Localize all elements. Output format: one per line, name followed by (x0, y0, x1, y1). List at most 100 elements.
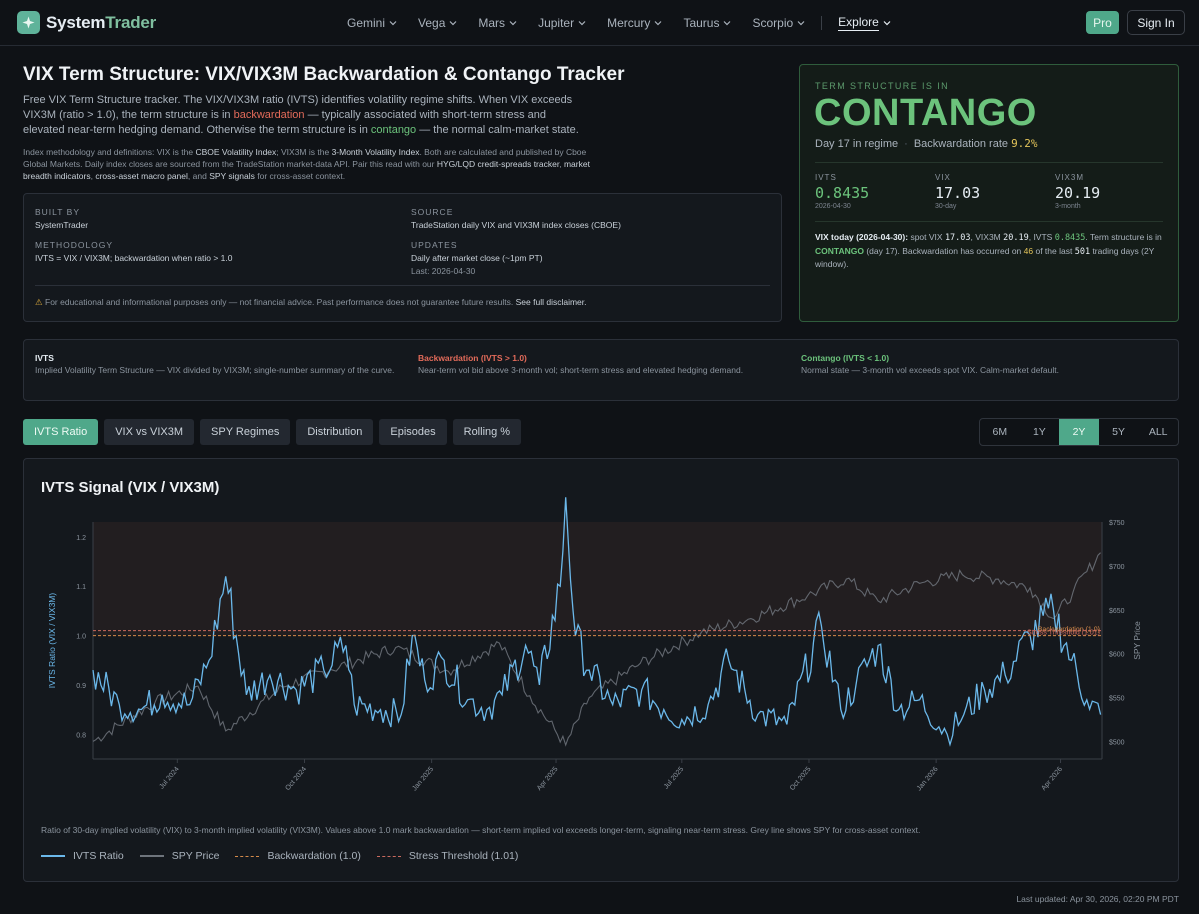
definition-term: Backwardation (IVTS > 1.0) (418, 353, 527, 363)
chevron-down-icon (797, 21, 805, 26)
source-label: Source (411, 207, 454, 217)
definition-desc: Implied Volatility Term Structure — VIX … (35, 365, 395, 375)
nav-item-vega[interactable]: Vega (418, 16, 457, 30)
divider (815, 221, 1163, 222)
disclaimer-link[interactable]: See full disclaimer. (516, 297, 587, 307)
range-2y[interactable]: 2Y (1059, 419, 1099, 445)
chevron-down-icon (509, 21, 517, 26)
y-tick-label: 1.1 (76, 584, 86, 591)
chart-tabs: IVTS Ratio VIX vs VIX3M SPY Regimes Dist… (23, 419, 522, 445)
nav-item-taurus[interactable]: Taurus (683, 16, 731, 30)
nav-item-mars[interactable]: Mars (478, 16, 517, 30)
legend-item-backwardation[interactable]: Backwardation (1.0) (235, 850, 361, 862)
y-axis-label: IVTS Ratio (VIX / VIX3M) (47, 593, 57, 689)
nav-item-gemini[interactable]: Gemini (347, 16, 397, 30)
x-tick-label: Jul 2024 (158, 766, 180, 791)
regime-state: CONTANGO (814, 92, 1037, 134)
divider (35, 285, 770, 286)
tab-spy-regimes[interactable]: SPY Regimes (200, 419, 291, 445)
definition-contango: Contango (IVTS < 1.0) Normal state — 3-m… (801, 352, 1161, 376)
last-update-date: Last: 2026-04-30 (411, 266, 476, 276)
regime-card: Term structure is in CONTANGO Day 17 in … (799, 64, 1179, 322)
tab-episodes[interactable]: Episodes (379, 419, 447, 445)
chart-panel: IVTS Signal (VIX / VIX3M) 0.8 0.9 1.0 1.1 1.… (23, 458, 1179, 882)
logo-icon (17, 11, 40, 34)
y2-tick-label: $650 (1109, 608, 1125, 615)
stat-label-ivts: IVTS (815, 173, 837, 182)
tab-rolling-pct[interactable]: Rolling % (452, 419, 522, 445)
cboe-vix-link[interactable]: CBOE Volatility Index (195, 147, 276, 157)
page-title: VIX Term Structure: VIX/VIX3M Backwardat… (23, 64, 625, 85)
backwardation-link[interactable]: backwardation (234, 109, 305, 121)
nav-item-scorpio[interactable]: Scorpio (752, 16, 805, 30)
methodology-note: Index methodology and definitions: VIX i… (23, 147, 590, 181)
last-updated: Last updated: Apr 30, 2026, 02:20 PM PDT (1016, 894, 1179, 904)
definitions-strip: IVTS Implied Volatility Term Structure —… (23, 339, 1179, 401)
chart-legend: IVTS Ratio SPY Price Backwardation (1.0)… (41, 850, 518, 862)
legend-item-spy[interactable]: SPY Price (139, 850, 219, 862)
chevron-down-icon (655, 21, 662, 26)
y2-tick-label: $550 (1109, 696, 1125, 703)
definition-desc: Near-term vol bid above 3-month vol; sho… (418, 365, 744, 375)
credit-spreads-link[interactable]: HYG/LQD credit-spreads tracker (437, 159, 559, 169)
bw-rate-label: Backwardation rate (913, 138, 1008, 150)
nav-menu: Gemini Vega Mars Jupiter Mercury Taurus … (347, 15, 891, 31)
pro-button[interactable]: Pro (1086, 11, 1119, 34)
contango-link[interactable]: contango (371, 124, 416, 136)
x-tick-label: Apr 2026 (1040, 766, 1064, 792)
top-nav: SystemTrader Gemini Vega Mars Jupiter Me… (0, 0, 1199, 46)
definition-term: Contango (IVTS < 1.0) (801, 353, 890, 363)
x-tick-label: Apr 2025 (536, 766, 560, 792)
range-1y[interactable]: 1Y (1020, 419, 1060, 445)
chart-caption: Ratio of 30-day implied volatility (VIX)… (41, 825, 921, 835)
updates-label: Updates (411, 240, 458, 250)
y-tick-label: 0.9 (76, 683, 86, 690)
regime-eyebrow: Term structure is in (815, 81, 950, 91)
regime-summary: VIX today (2026-04-30): spot VIX 17.03, … (815, 232, 1162, 269)
source-value: TradeStation daily VIX and VIX3M index c… (411, 220, 621, 230)
page-description: Free VIX Term Structure tracker. The VIX… (23, 94, 579, 136)
info-card: Built by SystemTrader Source TradeStatio… (23, 193, 782, 322)
legend-item-ivts[interactable]: IVTS Ratio (41, 850, 124, 862)
nav-item-mercury[interactable]: Mercury (607, 16, 662, 30)
spy-signals-link[interactable]: SPY signals (209, 171, 255, 181)
nav-divider (821, 16, 823, 30)
bw-rate-value: 9.2% (1011, 137, 1038, 150)
vix3m-link[interactable]: 3-Month Volatility Index (332, 147, 420, 157)
sign-in-button[interactable]: Sign In (1127, 10, 1185, 35)
logo[interactable]: SystemTrader (17, 11, 156, 34)
tab-vix-vs-vix3m[interactable]: VIX vs VIX3M (104, 419, 195, 445)
stat-value-vix3m: 20.19 (1055, 184, 1101, 202)
legend-item-stress[interactable]: Stress Threshold (1.01) (376, 850, 518, 862)
warning-icon: ⚠ (35, 297, 43, 307)
y2-tick-label: $750 (1109, 520, 1125, 527)
range-all[interactable]: ALL (1138, 419, 1178, 445)
nav-item-jupiter[interactable]: Jupiter (538, 16, 586, 30)
macro-panel-link[interactable]: cross-asset macro panel (95, 171, 188, 181)
stat-sub-ivts: 2026-04-30 (815, 203, 851, 210)
brand-name: SystemTrader (46, 12, 157, 32)
definition-desc: Normal state — 3-month vol exceeds spot … (801, 365, 1059, 375)
range-selector: 6M 1Y 2Y 5Y ALL (979, 418, 1179, 446)
updates-value: Daily after market close (~1pm PT) (411, 253, 543, 263)
tab-distribution[interactable]: Distribution (296, 419, 374, 445)
ivts-chart[interactable]: 0.8 0.9 1.0 1.1 1.2 $500 $550 $600 $650 $700 $750 J… (24, 459, 1180, 819)
chevron-down-icon (389, 21, 397, 26)
chevron-down-icon (724, 21, 731, 26)
backwardation-zone (93, 522, 1102, 636)
stat-value-vix: 17.03 (935, 184, 981, 202)
definition-backwardation: Backwardation (IVTS > 1.0) Near-term vol… (418, 352, 778, 376)
tab-ivts-ratio[interactable]: IVTS Ratio (23, 419, 99, 445)
range-5y[interactable]: 5Y (1099, 419, 1139, 445)
stat-sub-vix: 30-day (935, 203, 957, 210)
nav-item-explore[interactable]: Explore (838, 15, 891, 31)
range-6m[interactable]: 6M (980, 419, 1020, 445)
y2-axis-label: SPY Price (1132, 621, 1142, 660)
methodology-label: Methodology (35, 240, 114, 250)
built-by-label: Built by (35, 207, 81, 217)
chevron-down-icon (578, 21, 586, 26)
definition-ivts: IVTS Implied Volatility Term Structure —… (35, 352, 395, 376)
regime-day-line: Day 17 in regime · Backwardation rate 9.2% (815, 137, 1038, 150)
divider (815, 162, 1163, 163)
x-tick-label: Jan 2026 (916, 766, 940, 793)
